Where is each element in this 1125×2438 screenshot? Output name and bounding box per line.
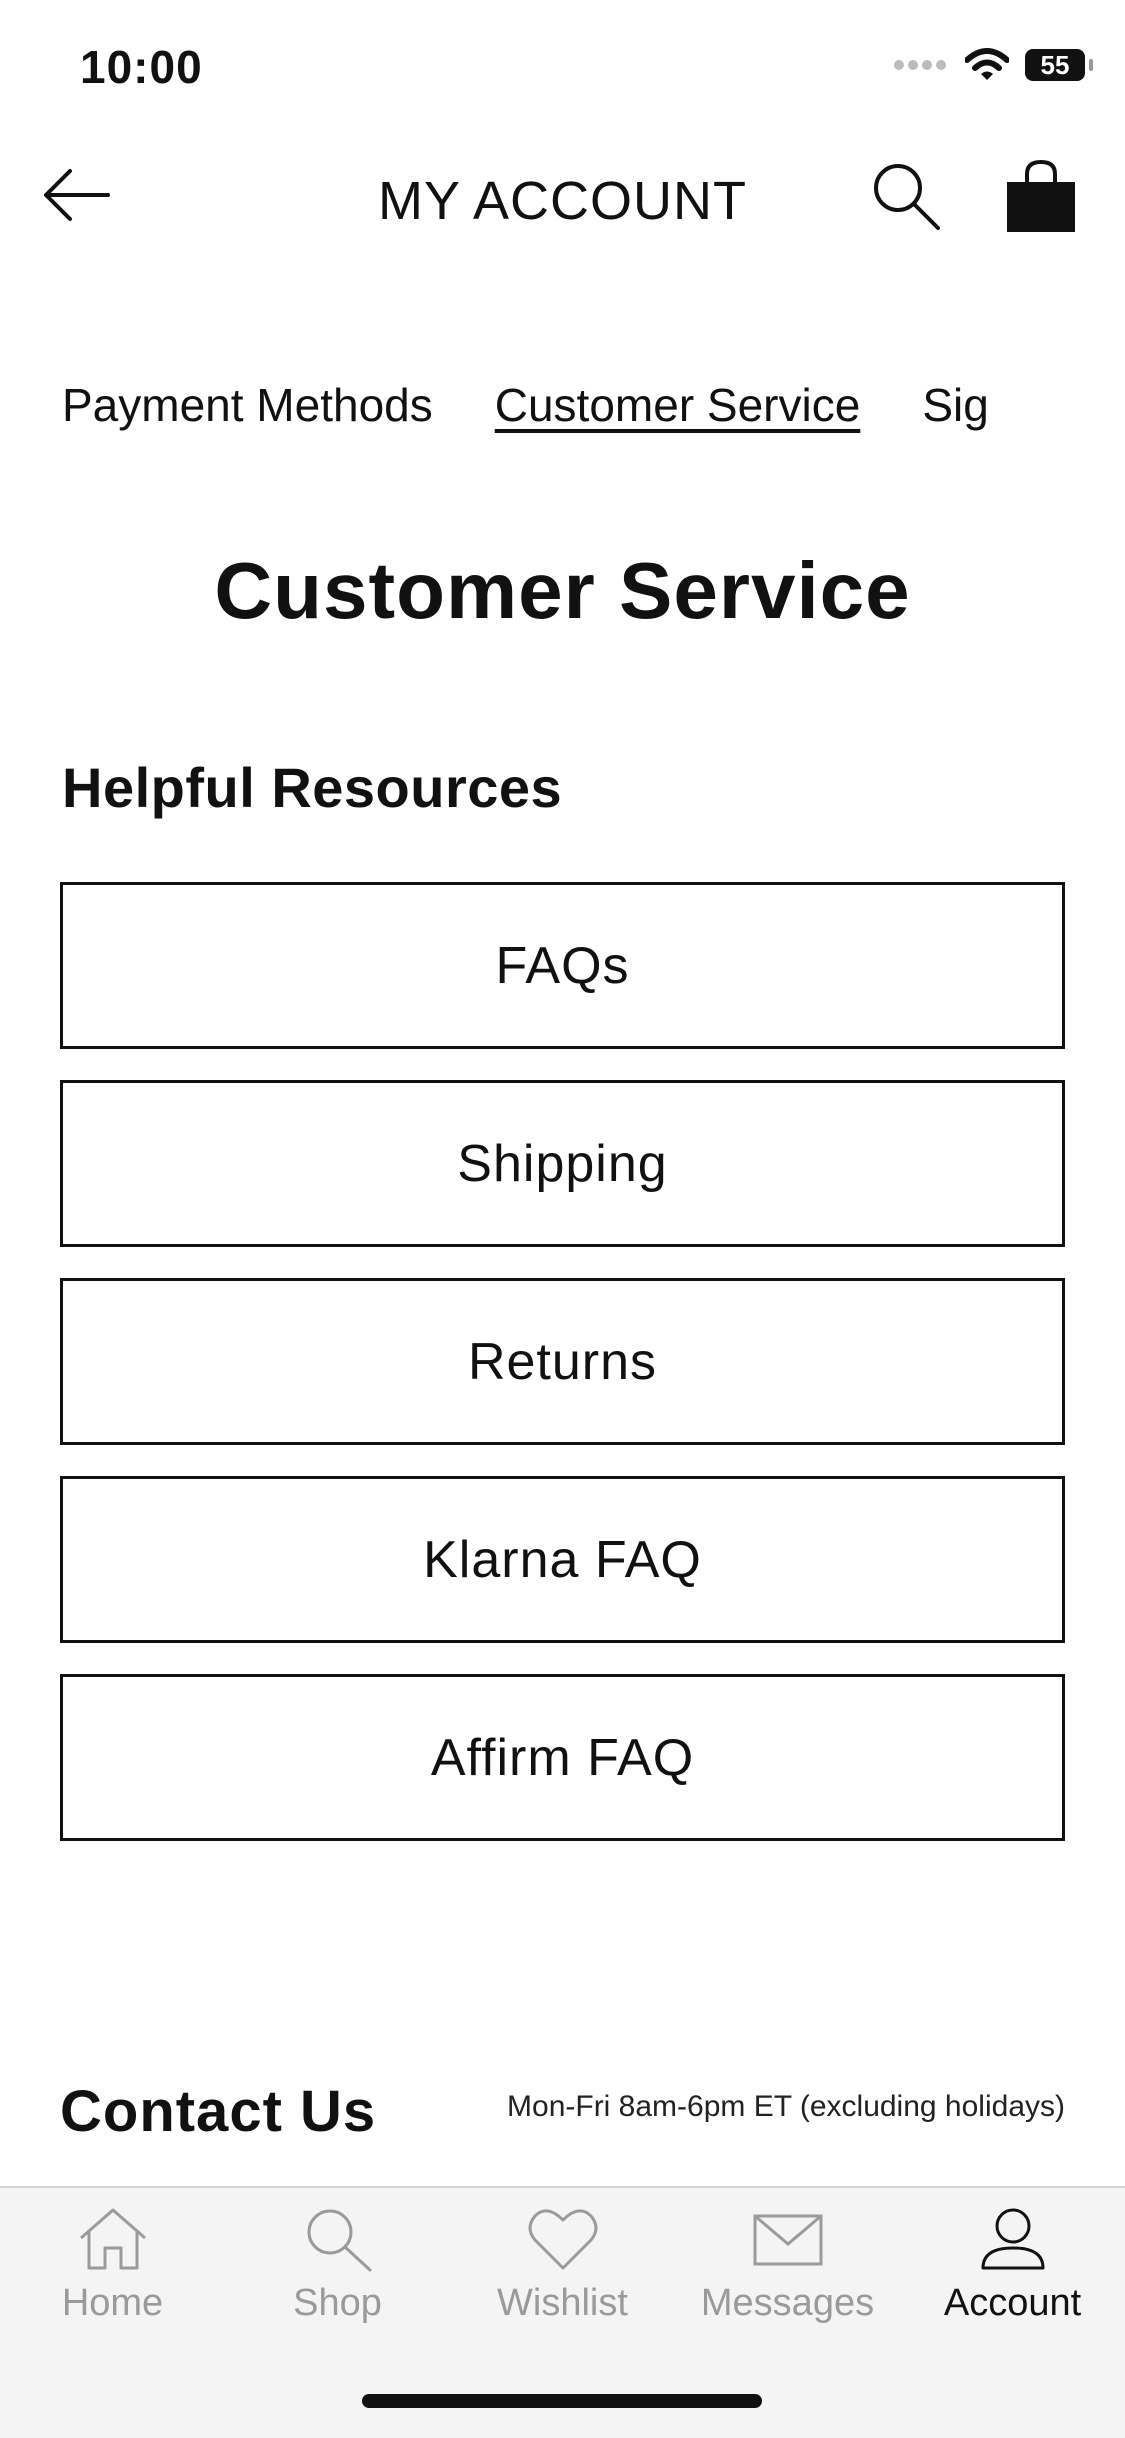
tabbar-label-wishlist: Wishlist	[497, 2282, 628, 2324]
contact-us-heading: Contact Us	[60, 2079, 377, 2144]
contact-hours: Mon-Fri 8am-6pm ET (excluding holidays)	[507, 2090, 1065, 2123]
cellular-signal-icon	[894, 60, 946, 70]
search-icon	[874, 164, 940, 230]
tabbar-item-messages[interactable]: Messages	[675, 2206, 900, 2325]
tabbar-item-home[interactable]: Home	[0, 2206, 225, 2325]
envelope-icon	[753, 2214, 822, 2266]
tabbar-item-wishlist[interactable]: Wishlist	[450, 2206, 675, 2325]
tabbar-label-messages: Messages	[700, 2282, 875, 2324]
shopping-bag-icon	[1007, 159, 1075, 232]
heart-icon	[528, 2209, 597, 2270]
page-title: Customer Service	[214, 546, 911, 635]
search-icon	[307, 2209, 371, 2272]
account-section-tabs: Payment Methods Customer Service Sig	[62, 378, 989, 432]
tabbar-label-shop: Shop	[293, 2282, 382, 2324]
tabbar-label-home: Home	[61, 2282, 164, 2324]
status-time: 10:00	[80, 41, 203, 93]
helpful-resources-list: FAQs Shipping Returns Klarna FAQ Affirm …	[60, 882, 1065, 1872]
battery-icon: 55	[1025, 49, 1093, 81]
helpful-resources-heading: Helpful Resources	[62, 756, 563, 819]
tabbar-label-account: Account	[943, 2282, 1082, 2324]
tab-payment-methods[interactable]: Payment Methods	[62, 378, 433, 432]
status-indicators: 55	[893, 48, 1093, 82]
shopping-bag-button[interactable]	[1005, 158, 1077, 238]
home-icon	[79, 2208, 146, 2270]
tab-sign-out[interactable]: Sig	[922, 378, 988, 432]
battery-level: 55	[1040, 49, 1070, 80]
tabbar-item-account[interactable]: Account	[900, 2206, 1125, 2325]
tabbar-item-shop[interactable]: Shop	[225, 2206, 450, 2325]
returns-button[interactable]: Returns	[60, 1278, 1065, 1445]
header-title: MY ACCOUNT	[377, 171, 748, 231]
person-icon	[981, 2208, 1044, 2270]
affirm-faq-button[interactable]: Affirm FAQ	[60, 1674, 1065, 1841]
shipping-button[interactable]: Shipping	[60, 1080, 1065, 1247]
tab-customer-service[interactable]: Customer Service	[495, 378, 861, 432]
home-indicator[interactable]	[362, 2394, 762, 2408]
faqs-button[interactable]: FAQs	[60, 882, 1065, 1049]
search-button[interactable]	[870, 160, 950, 240]
wifi-icon	[965, 48, 1009, 80]
klarna-faq-button[interactable]: Klarna FAQ	[60, 1476, 1065, 1643]
